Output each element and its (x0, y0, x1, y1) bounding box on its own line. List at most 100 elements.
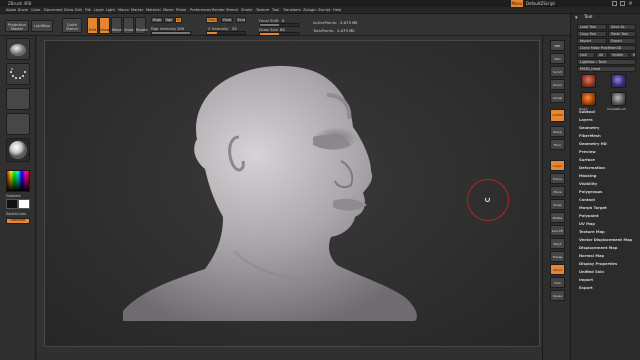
menu-document[interactable]: Document (44, 8, 63, 12)
close-icon[interactable]: × (628, 0, 633, 7)
polyf-button[interactable]: PolyF (550, 238, 565, 249)
lsym-button[interactable]: L.Sym (550, 160, 565, 171)
floor-button[interactable]: Floor (550, 139, 565, 150)
clone-button[interactable]: Clone (580, 46, 590, 50)
menu-stencil[interactable]: Stencil (226, 8, 238, 12)
morph-target-section[interactable]: Morph Target (579, 206, 607, 210)
menu-movie[interactable]: Movie (163, 8, 174, 12)
secondary-color-swatch[interactable] (18, 199, 30, 209)
stroke-thumbnail[interactable] (6, 63, 30, 85)
tool-thumb-head[interactable] (581, 74, 596, 88)
zadd-button[interactable]: Zadd (206, 17, 218, 23)
copy-tool-button[interactable]: Copy Tool (577, 31, 607, 37)
color-picker[interactable] (6, 170, 30, 192)
contact-section[interactable]: Contact (579, 198, 595, 202)
menu-marker[interactable]: Marker (131, 8, 143, 12)
visible-button[interactable]: Visible (609, 52, 629, 58)
solo-button[interactable]: Solo (550, 277, 565, 288)
scroll-button[interactable]: Scroll (550, 66, 565, 77)
menu-help[interactable]: Help (333, 8, 341, 12)
mrgb-button[interactable]: Mrgb (151, 17, 163, 23)
rotate-view-button[interactable]: Rotate (550, 212, 565, 223)
displacement-map-section[interactable]: Displacement Map (579, 246, 617, 250)
preview-section[interactable]: Preview (579, 150, 596, 154)
normal-map-section[interactable]: Normal Map (579, 254, 604, 258)
document-viewport[interactable] (44, 40, 540, 347)
menu-transform[interactable]: Transform (283, 8, 301, 12)
alternate-button[interactable]: Alternate (6, 218, 30, 224)
draw-button[interactable]: Draw (99, 17, 110, 34)
projection-master-button[interactable]: Projection Master (5, 20, 29, 32)
menu-alpha[interactable]: Alpha (6, 8, 16, 12)
geometry-hd-section[interactable]: Geometry HD (579, 142, 607, 146)
visibility-section[interactable]: Visibility (579, 182, 597, 186)
vector-displacement-map-section[interactable]: Vector Displacement Map (579, 238, 632, 242)
transp-button[interactable]: Transp (550, 251, 565, 262)
tool-thumb-polysphere[interactable] (581, 92, 596, 106)
fibermesh-section[interactable]: FiberMesh (579, 134, 601, 138)
texture-map-section[interactable]: Texture Map (579, 230, 605, 234)
export-section[interactable]: Export (579, 286, 593, 290)
r-button[interactable]: R (630, 52, 636, 58)
menu-file[interactable]: File (85, 8, 91, 12)
rotate-button[interactable]: Rotate (135, 17, 148, 34)
edit-button[interactable]: Edit (87, 17, 98, 34)
menu-stroke[interactable]: Stroke (241, 8, 252, 12)
tool-thumb-cylinder[interactable] (611, 92, 626, 106)
brush-thumbnail[interactable] (6, 38, 30, 60)
menu-edit[interactable]: Edit (75, 8, 82, 12)
gradient-label[interactable]: Gradient (6, 194, 21, 198)
load-tool-button[interactable]: Load Tool (577, 24, 607, 30)
tool-palette-title[interactable]: Tool (584, 15, 593, 20)
clone-make-polymesh-row[interactable]: Clone Make PolyMesh3D (577, 45, 636, 51)
lightbox-tools-button[interactable]: Lightbox › Tools (577, 59, 636, 65)
menu-material[interactable]: Material (146, 8, 161, 12)
line-fill-button[interactable]: Line Fill (550, 225, 565, 236)
aahalf-button[interactable]: AAHalf (550, 109, 565, 122)
menu-tool[interactable]: Tool (272, 8, 279, 12)
minimize-icon[interactable] (612, 1, 617, 6)
texture-thumbnail[interactable] (6, 113, 30, 135)
zsub-button[interactable]: Zsub (221, 17, 233, 23)
menu-macro[interactable]: Macro (118, 8, 129, 12)
ghost-button[interactable]: Ghost (550, 264, 565, 275)
zcut-button[interactable]: Zcut (236, 17, 246, 23)
persp-button[interactable]: Persp (550, 126, 565, 137)
menu-draw[interactable]: Draw (64, 8, 73, 12)
make-polymesh-button[interactable]: Make PolyMesh3D (591, 46, 622, 50)
menu-picker[interactable]: Picker (176, 8, 187, 12)
move-view-button[interactable]: Move (550, 186, 565, 197)
deformation-section[interactable]: Deformation (579, 166, 605, 170)
import-button[interactable]: Import (577, 38, 607, 44)
quick-sketch-button[interactable]: Quick Sketch (62, 18, 82, 33)
zoom-button[interactable]: Zoom (550, 79, 565, 90)
default-zscript-button[interactable]: DefaultZScript (526, 0, 555, 7)
scale-button[interactable]: Scale (123, 17, 134, 34)
menu-render[interactable]: Render (212, 8, 225, 12)
import-section[interactable]: Import (579, 278, 593, 282)
surface-section[interactable]: Surface (579, 158, 595, 162)
menu-texture[interactable]: Texture (256, 8, 269, 12)
xpose-button[interactable]: Xpose (550, 290, 565, 301)
polygroups-section[interactable]: Polygroups (579, 190, 602, 194)
save-as-button[interactable]: Save As (608, 24, 636, 30)
tool-thumb-simplebrush[interactable] (611, 74, 626, 88)
layers-section[interactable]: Layers (579, 118, 593, 122)
maximize-icon[interactable] (620, 1, 625, 6)
menu-color[interactable]: Color (31, 8, 40, 12)
lightbox-button[interactable]: LightBox (31, 20, 53, 32)
switch-color-button[interactable]: SwitchColor (6, 212, 26, 216)
material-thumbnail[interactable] (6, 138, 30, 162)
main-color-swatch[interactable] (6, 199, 18, 209)
actual-button[interactable]: Actual (550, 92, 565, 103)
menu-zscript[interactable]: Zscript (318, 8, 330, 12)
menu-layer[interactable]: Layer (94, 8, 104, 12)
menu-light[interactable]: Light (106, 8, 115, 12)
display-properties-section[interactable]: Display Properties (579, 262, 617, 266)
menu-brush[interactable]: Brush (18, 8, 28, 12)
all-button[interactable]: All (596, 52, 608, 58)
rgb-intensity-slider[interactable] (151, 31, 191, 35)
goz-button[interactable]: GoZ (577, 52, 595, 58)
menu-zplugin[interactable]: Zplugin (303, 8, 317, 12)
subtool-section[interactable]: Subtool (579, 110, 595, 114)
